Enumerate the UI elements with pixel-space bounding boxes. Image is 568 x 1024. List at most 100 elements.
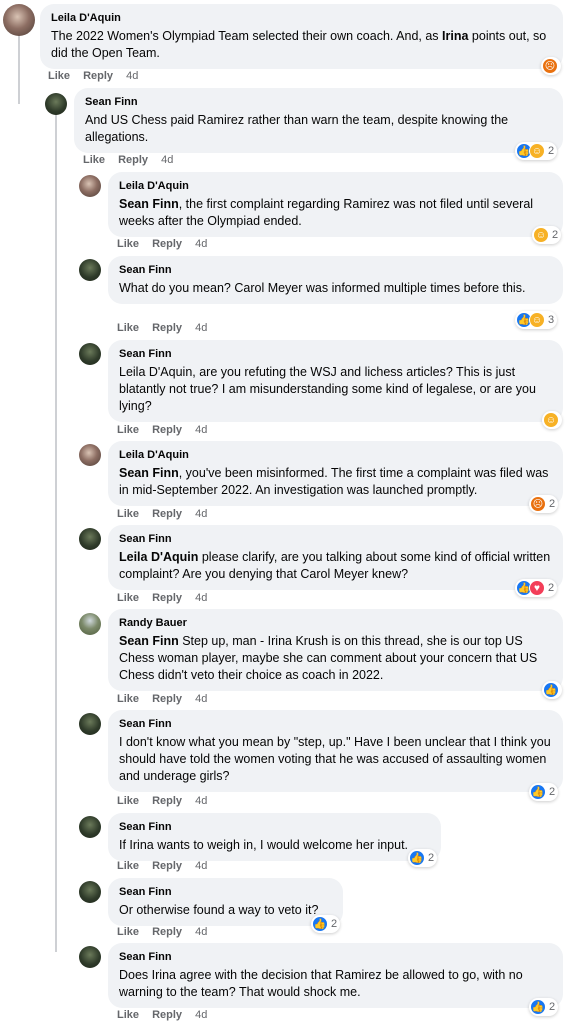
reaction-summary[interactable]: ☹ 2 (529, 495, 559, 513)
comment-actions: Like Reply 4d (117, 423, 217, 437)
comment-author[interactable]: Leila D'Aquin (51, 11, 552, 25)
like-button[interactable]: Like (117, 860, 139, 872)
avatar[interactable] (79, 613, 101, 635)
avatar[interactable] (79, 528, 101, 550)
avatar[interactable] (79, 946, 101, 968)
like-icon: 👍 (530, 784, 546, 800)
haha-icon: ☺ (533, 227, 549, 243)
reaction-summary[interactable]: 👍 2 (529, 998, 559, 1016)
timestamp[interactable]: 4d (195, 1009, 207, 1021)
care-icon: ☺ (529, 143, 545, 159)
reaction-summary[interactable]: 👍 ☺ 2 (515, 142, 558, 160)
comment-author[interactable]: Sean Finn (85, 95, 552, 109)
comment-bubble: Sean Finn I don't know what you mean by … (108, 710, 563, 792)
mention[interactable]: Sean Finn (119, 466, 179, 480)
like-button[interactable]: Like (117, 1009, 139, 1021)
timestamp[interactable]: 4d (195, 693, 207, 705)
like-button[interactable]: Like (117, 926, 139, 938)
comment-author[interactable]: Sean Finn (119, 347, 552, 361)
avatar[interactable] (3, 4, 35, 36)
comment-author[interactable]: Sean Finn (119, 950, 552, 964)
reply-button[interactable]: Reply (152, 592, 182, 604)
reaction-summary[interactable]: 👍 ♥ 2 (515, 579, 558, 597)
avatar[interactable] (45, 93, 67, 115)
timestamp[interactable]: 4d (195, 238, 207, 250)
reaction-count: 2 (549, 1001, 556, 1013)
mention[interactable]: Leila D'Aquin (119, 550, 198, 564)
avatar[interactable] (79, 816, 101, 838)
avatar[interactable] (79, 175, 101, 197)
timestamp[interactable]: 4d (195, 860, 207, 872)
comment-author[interactable]: Sean Finn (119, 885, 332, 899)
like-icon: 👍 (530, 999, 546, 1015)
comment-author[interactable]: Leila D'Aquin (119, 179, 552, 193)
like-button[interactable]: Like (117, 508, 139, 520)
reply-button[interactable]: Reply (152, 424, 182, 436)
like-button[interactable]: Like (83, 154, 105, 166)
avatar[interactable] (79, 444, 101, 466)
comment-bubble: Leila D'Aquin Sean Finn, you've been mis… (108, 441, 563, 506)
reaction-summary[interactable]: ☺ 2 (532, 226, 562, 244)
reply-button[interactable]: Reply (152, 508, 182, 520)
like-button[interactable]: Like (117, 424, 139, 436)
reaction-summary[interactable]: 👍 2 (311, 915, 341, 933)
mention[interactable]: Sean Finn (119, 634, 179, 648)
comment-text: Sean Finn, the first complaint regarding… (119, 197, 534, 228)
timestamp[interactable]: 4d (161, 154, 173, 166)
reply-button[interactable]: Reply (152, 926, 182, 938)
timestamp[interactable]: 4d (195, 322, 207, 334)
reaction-summary[interactable]: 👍 ☺ 3 (515, 311, 558, 329)
like-icon: 👍 (409, 850, 425, 866)
reply-button[interactable]: Reply (152, 322, 182, 334)
reply-button[interactable]: Reply (83, 70, 113, 82)
reply-button[interactable]: Reply (152, 238, 182, 250)
reply-button[interactable]: Reply (152, 1009, 182, 1021)
avatar[interactable] (79, 713, 101, 735)
mention[interactable]: Irina (442, 29, 468, 43)
like-button[interactable]: Like (117, 795, 139, 807)
timestamp[interactable]: 4d (195, 424, 207, 436)
like-button[interactable]: Like (117, 693, 139, 705)
timestamp[interactable]: 4d (195, 795, 207, 807)
comment-actions: Like Reply 4d (83, 153, 183, 167)
like-icon: 👍 (543, 682, 559, 698)
timestamp[interactable]: 4d (195, 926, 207, 938)
reply-button[interactable]: Reply (118, 154, 148, 166)
avatar[interactable] (79, 881, 101, 903)
timestamp[interactable]: 4d (195, 508, 207, 520)
comment-text: I don't know what you mean by "step, up.… (119, 735, 551, 783)
comment-actions: Like Reply 4d (117, 859, 217, 873)
timestamp[interactable]: 4d (126, 70, 138, 82)
like-button[interactable]: Like (117, 322, 139, 334)
comment-author[interactable]: Leila D'Aquin (119, 448, 552, 462)
avatar[interactable] (79, 259, 101, 281)
comment-text: The 2022 Women's Olympiad Team selected … (51, 29, 547, 60)
comment-author[interactable]: Randy Bauer (119, 616, 552, 630)
comment-actions: Like Reply 4d (48, 69, 148, 83)
timestamp[interactable]: 4d (195, 592, 207, 604)
avatar[interactable] (79, 343, 101, 365)
reaction-summary[interactable]: 👍 (542, 681, 562, 699)
comment-text: If Irina wants to weigh in, I would welc… (119, 838, 409, 852)
reaction-summary[interactable]: ☹ (541, 57, 561, 75)
comment-author[interactable]: Sean Finn (119, 532, 552, 546)
comment-author[interactable]: Sean Finn (119, 263, 552, 277)
reaction-summary[interactable]: 👍 2 (529, 783, 559, 801)
reply-button[interactable]: Reply (152, 795, 182, 807)
like-button[interactable]: Like (117, 592, 139, 604)
reaction-summary[interactable]: 👍 2 (408, 849, 438, 867)
comment-author[interactable]: Sean Finn (119, 820, 430, 834)
reaction-summary[interactable]: ☺ (542, 411, 562, 429)
angry-icon: ☹ (530, 496, 546, 512)
like-button[interactable]: Like (48, 70, 70, 82)
love-icon: ♥ (529, 580, 545, 596)
reaction-count: 2 (428, 852, 435, 864)
reaction-count: 2 (548, 582, 555, 594)
comment-bubble: Sean Finn What do you mean? Carol Meyer … (108, 256, 563, 304)
mention[interactable]: Sean Finn (119, 197, 179, 211)
reply-button[interactable]: Reply (152, 860, 182, 872)
comment-bubble: Sean Finn Does Irina agree with the deci… (108, 943, 563, 1008)
comment-author[interactable]: Sean Finn (119, 717, 552, 731)
reply-button[interactable]: Reply (152, 693, 182, 705)
like-button[interactable]: Like (117, 238, 139, 250)
